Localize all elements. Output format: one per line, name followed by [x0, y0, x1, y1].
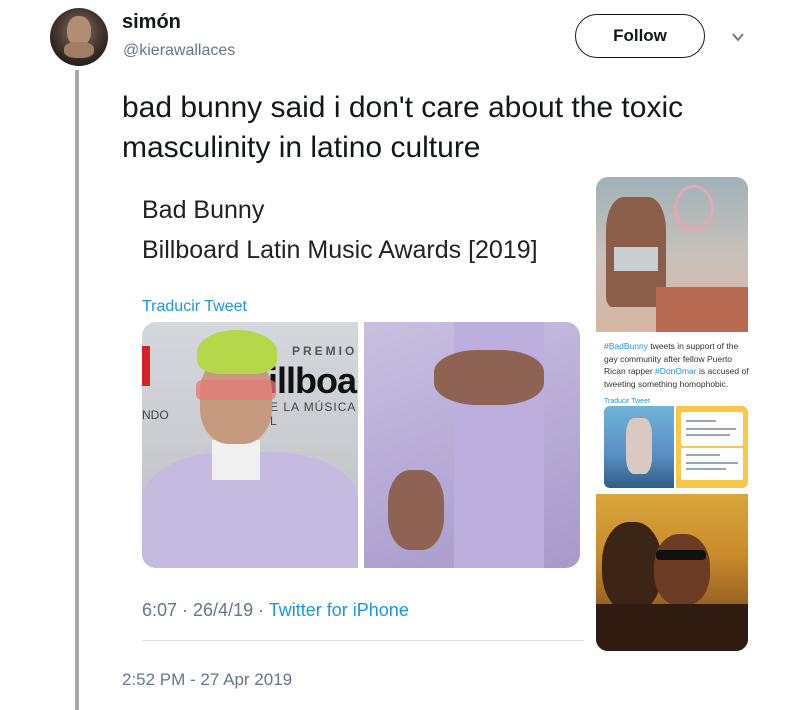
pink-sunglasses	[196, 380, 276, 400]
embedded-tweet-time: 6:07 · 26/4/19 ·	[142, 600, 269, 620]
avatar[interactable]	[50, 8, 108, 66]
translate-link[interactable]: Traducir Tweet	[142, 298, 247, 316]
backdrop-ndo-text: NDO	[142, 408, 169, 422]
backdrop-red-mark	[142, 346, 150, 386]
collage-mini-photo	[604, 406, 674, 488]
collage-mini-tweet-screenshots	[676, 406, 748, 488]
mini-person	[626, 418, 652, 474]
mini-tweet-card-1	[681, 412, 743, 446]
person-left	[602, 522, 662, 612]
wall-seal	[674, 185, 714, 231]
dark-sunglasses	[656, 550, 706, 560]
embedded-tweet-meta: 6:07 · 26/4/19 · Twitter for iPhone	[142, 600, 409, 621]
embedded-tweet-source[interactable]: Twitter for iPhone	[269, 600, 409, 620]
person-right	[654, 534, 710, 606]
mini-tweet-card-2	[681, 448, 743, 480]
bodies-shadow	[596, 604, 748, 651]
table	[656, 287, 748, 332]
collage-translate-link[interactable]: Traducir Tweet	[604, 398, 650, 405]
thread-line	[75, 70, 79, 710]
collage-photo-bottom[interactable]	[596, 494, 748, 651]
display-name[interactable]: simón	[122, 11, 181, 34]
avatar-hand	[64, 42, 94, 58]
collage-news-text: #BadBunny tweets in support of the gay c…	[604, 340, 752, 390]
white-collar	[212, 440, 260, 480]
hashtag-badbunny[interactable]: #BadBunny	[604, 341, 648, 351]
backdrop-billboard-text: illboa	[268, 360, 357, 401]
hashtag-donomar[interactable]: #DonOmar	[655, 366, 697, 376]
photo-suit-closeup[interactable]	[364, 322, 580, 568]
hand-lower	[388, 470, 444, 550]
tweet-timestamp[interactable]: 2:52 PM - 27 Apr 2019	[122, 670, 292, 690]
silver-top	[614, 247, 658, 271]
green-hair	[197, 330, 277, 374]
follow-button[interactable]: Follow	[575, 14, 705, 58]
user-handle[interactable]: @kierawallaces	[123, 42, 235, 60]
hand-upper	[434, 350, 544, 405]
backdrop-premio-text: PREMIO	[292, 344, 358, 358]
embedded-title-line2: Billboard Latin Music Awards [2019]	[142, 236, 538, 264]
tweet-text: bad bunny said i don't care about the to…	[122, 91, 684, 164]
embedded-divider	[142, 640, 584, 641]
photo-bad-bunny-portrait[interactable]: PREMIO illboa E LA MÚSICA L NDO	[142, 322, 358, 568]
collage-photo-top[interactable]	[596, 177, 748, 332]
chevron-down-icon[interactable]	[731, 30, 745, 44]
embedded-title-line1: Bad Bunny	[142, 196, 265, 224]
backdrop-la-musica-text: E LA MÚSICA L	[270, 400, 356, 428]
